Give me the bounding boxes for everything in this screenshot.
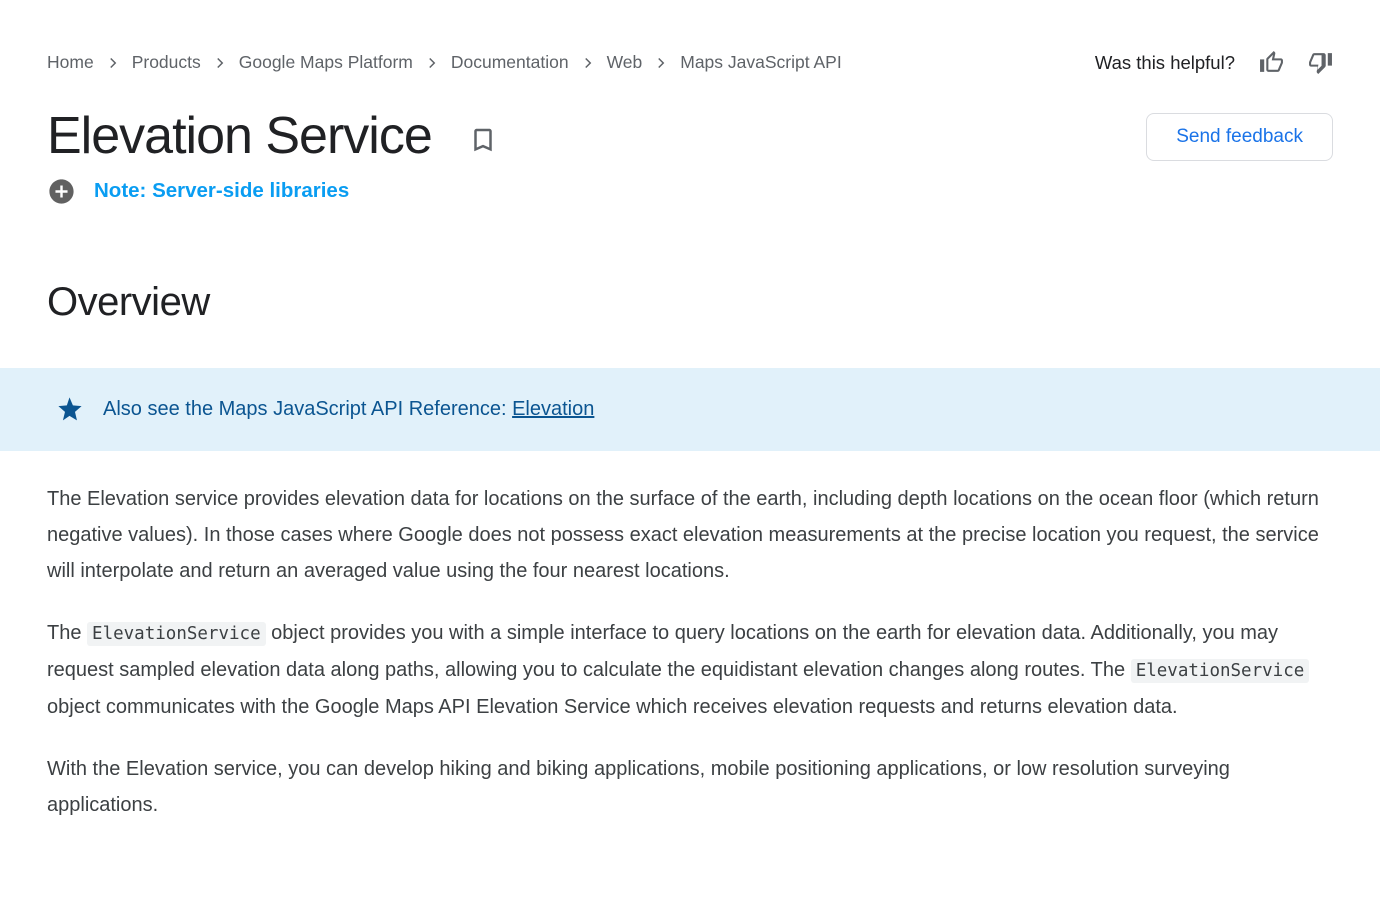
star-icon [55,395,84,424]
paragraph: With the Elevation service, you can deve… [47,751,1333,823]
breadcrumb-item-web[interactable]: Web [607,52,643,73]
breadcrumb: Home Products Google Maps Platform Document… [47,52,842,73]
callout-text-label: Also see the Maps JavaScript API Referen… [103,398,512,420]
thumb-up-button[interactable] [1259,50,1284,75]
paragraph: The Elevation service provides elevation… [47,481,1333,589]
note-expander: Note: Server-side libraries [47,177,1333,206]
callout-text: Also see the Maps JavaScript API Referen… [103,398,594,421]
add-circle-icon [47,177,76,206]
chevron-right-icon [579,54,597,72]
top-bar: Home Products Google Maps Platform Document… [47,50,1333,75]
expand-note-control[interactable] [47,177,76,206]
breadcrumb-item-products[interactable]: Products [132,52,201,73]
chevron-right-icon [211,54,229,72]
article-body: The Elevation service provides elevation… [47,481,1333,823]
thumb-down-button[interactable] [1308,50,1333,75]
thumb-up-icon [1259,50,1284,75]
breadcrumb-item-home[interactable]: Home [47,52,94,73]
inline-code: ElevationService [87,622,266,646]
elevation-reference-link[interactable]: Elevation [512,398,594,420]
send-feedback-button[interactable]: Send feedback [1146,113,1333,161]
breadcrumb-item-maps-javascript-api[interactable]: Maps JavaScript API [680,52,841,73]
note-server-side-libraries-link[interactable]: Note: Server-side libraries [94,179,349,203]
inline-code: ElevationService [1131,659,1310,683]
chevron-right-icon [652,54,670,72]
chevron-right-icon [423,54,441,72]
chevron-right-icon [104,54,122,72]
overview-heading: Overview [47,280,1333,325]
bookmark-button[interactable] [468,125,498,155]
breadcrumb-item-documentation[interactable]: Documentation [451,52,569,73]
page-title: Elevation Service [47,109,432,164]
paragraph: The ElevationService object provides you… [47,615,1333,725]
title-row: Elevation Service Send feedback [47,109,1333,164]
doc-page: Home Products Google Maps Platform Document… [0,50,1380,823]
bookmark-icon [468,125,498,155]
reference-callout: Also see the Maps JavaScript API Referen… [0,368,1380,451]
thumb-down-icon [1308,50,1333,75]
helpful-question: Was this helpful? [1095,52,1235,74]
helpful-widget: Was this helpful? [1095,50,1333,75]
breadcrumb-item-google-maps-platform[interactable]: Google Maps Platform [239,52,413,73]
